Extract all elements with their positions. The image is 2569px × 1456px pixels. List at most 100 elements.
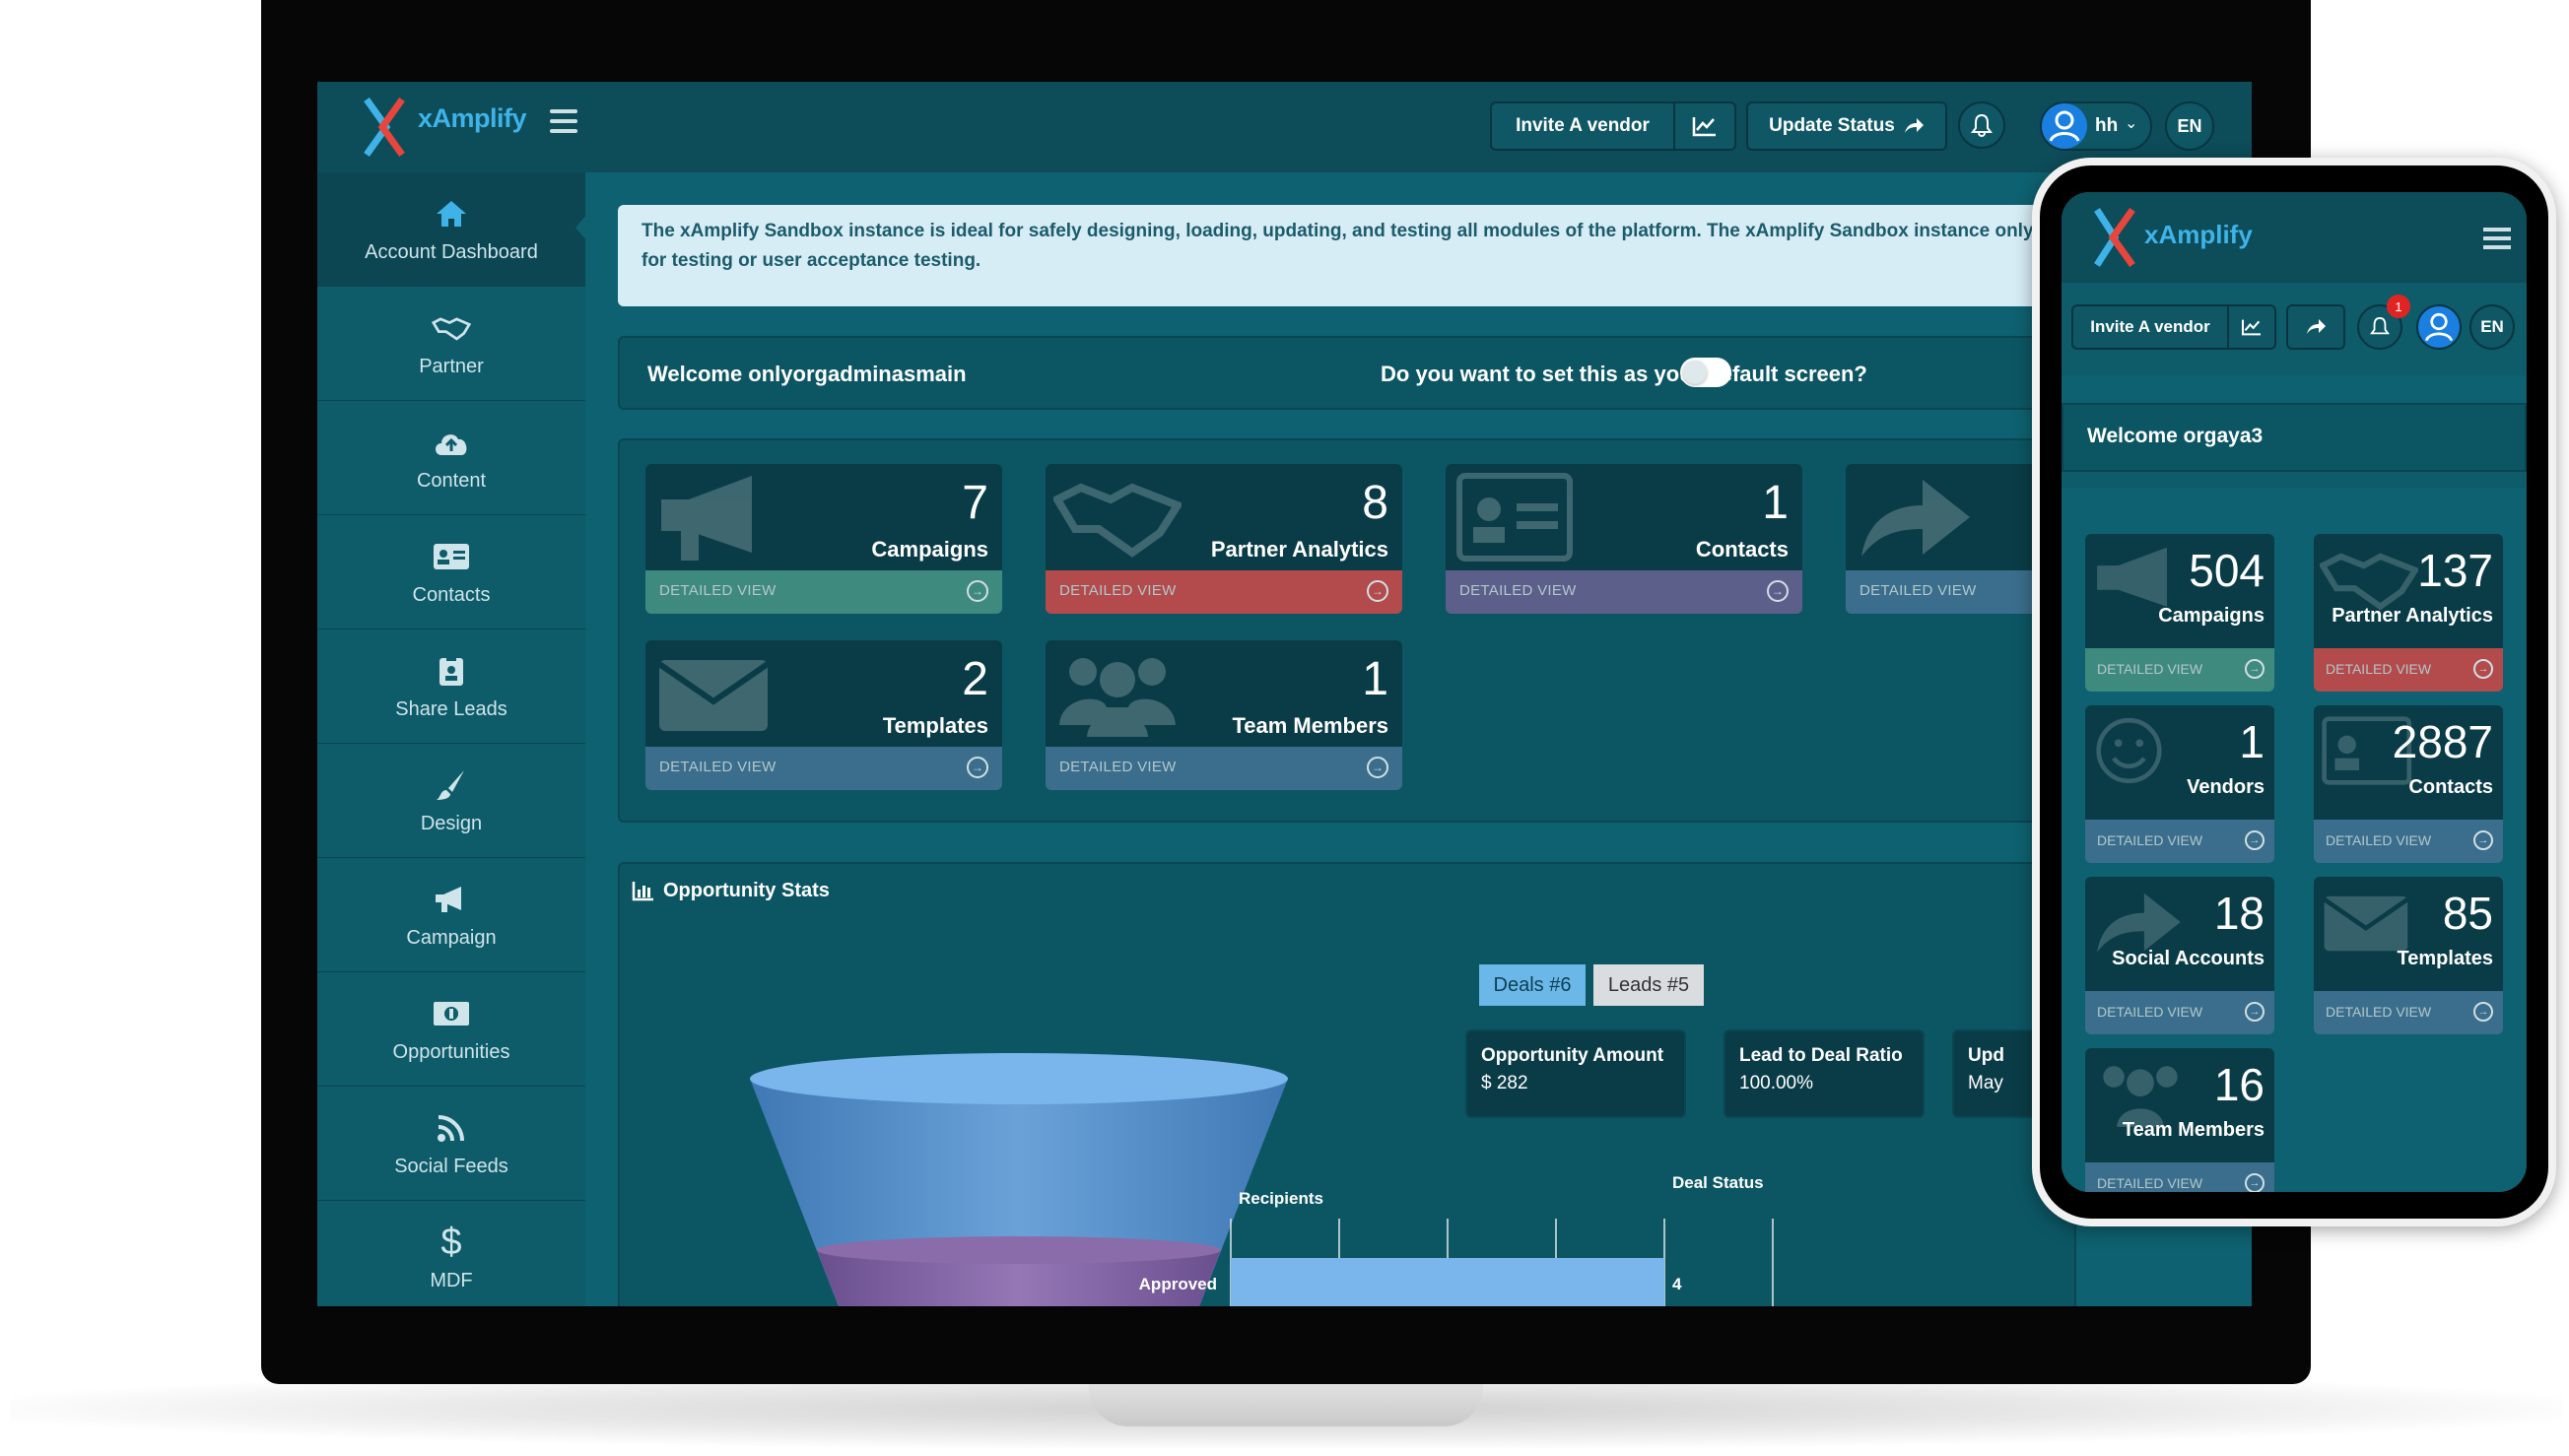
sidebar-item-label: Design [420, 813, 483, 834]
tab-leads[interactable]: Leads #5 [1593, 964, 1704, 1006]
sidebar-item-mdf[interactable]: $ MDF [317, 1201, 585, 1306]
phone-card-contacts[interactable]: 2887 Contacts DETAILED VIEW → [2314, 705, 2503, 863]
invite-vendor-button[interactable]: Invite A vendor [2071, 304, 2229, 350]
money-icon [432, 994, 471, 1033]
sidebar-item-opportunities[interactable]: Opportunities [317, 972, 585, 1087]
update-status-button[interactable] [2286, 304, 2345, 350]
deal-status-chart: Approved 4 [1139, 1219, 1774, 1306]
opportunity-stats-panel: Opportunity Stats Deals #6 Leads #5 Oppo… [618, 862, 2090, 1306]
avatar [2042, 103, 2087, 149]
sidebar-item-design[interactable]: Design [317, 744, 585, 858]
card-footer[interactable]: DETAILED VIEW → [2085, 820, 2274, 863]
detailed-view-link[interactable]: DETAILED VIEW [2326, 1004, 2431, 1020]
arrow-right-circle-icon: → [2245, 1002, 2265, 1022]
card-footer[interactable]: DETAILED VIEW → [1446, 570, 1802, 614]
phone-card-campaigns[interactable]: 504 Campaigns DETAILED VIEW → [2085, 534, 2274, 692]
card-footer[interactable]: DETAILED VIEW → [2085, 991, 2274, 1034]
bar-approved[interactable] [1231, 1258, 1664, 1306]
sidebar-item-label: MDF [430, 1270, 473, 1291]
laptop-base [1089, 1377, 1483, 1426]
card-label: Templates [882, 713, 988, 738]
card-label: Campaigns [871, 537, 988, 562]
welcome-bar: Welcome onlyorgadminasmain Do you want t… [618, 336, 2076, 410]
sidebar-item-content[interactable]: Content [317, 401, 585, 515]
card-count: 1 [1362, 653, 1388, 705]
hamburger-menu-icon[interactable] [550, 109, 577, 133]
line-chart-icon [1692, 117, 1716, 137]
phone-card-partner-analytics[interactable]: 137 Partner Analytics DETAILED VIEW → [2314, 534, 2503, 692]
phone-screen: xAmplify Invite A vendor 1 EN Welcome or… [2062, 192, 2527, 1192]
card-campaigns[interactable]: 7 Campaigns DETAILED VIEW → [645, 464, 1002, 614]
arrow-right-circle-icon: → [2245, 1173, 2265, 1192]
card-footer[interactable]: DETAILED VIEW → [1046, 570, 1402, 614]
card-footer[interactable]: DETAILED VIEW → [2085, 648, 2274, 692]
card-count: 2 [962, 653, 988, 705]
avatar[interactable] [2416, 304, 2462, 350]
card-footer[interactable]: DETAILED VIEW → [645, 570, 1002, 614]
card-count: 1 [1762, 477, 1789, 529]
detailed-view-link[interactable]: DETAILED VIEW [2097, 832, 2202, 848]
detailed-view-link[interactable]: DETAILED VIEW [659, 582, 777, 599]
language-button[interactable]: EN [2469, 304, 2515, 350]
phone-card-vendors[interactable]: 1 Vendors DETAILED VIEW → [2085, 705, 2274, 863]
detailed-view-link[interactable]: DETAILED VIEW [2097, 661, 2202, 677]
detailed-view-link[interactable]: DETAILED VIEW [659, 759, 777, 775]
sidebar-item-share-leads[interactable]: Share Leads [317, 629, 585, 744]
card-count: 18 [2213, 888, 2265, 939]
sidebar-item-social-feeds[interactable]: Social Feeds [317, 1087, 585, 1201]
analytics-button[interactable] [2227, 304, 2276, 350]
card-footer[interactable]: DETAILED VIEW → [645, 747, 1002, 790]
card-count: 7 [962, 477, 988, 529]
default-screen-toggle[interactable] [1680, 358, 1731, 387]
stat-label: Lead to Deal Ratio [1739, 1045, 1903, 1066]
detailed-view-link[interactable]: DETAILED VIEW [1859, 582, 1977, 599]
card-count: 8 [1362, 477, 1388, 529]
invite-vendor-button[interactable]: Invite A vendor [1490, 101, 1675, 151]
card-footer[interactable]: DETAILED VIEW → [2314, 820, 2503, 863]
card-contacts[interactable]: 1 Contacts DETAILED VIEW → [1446, 464, 1802, 614]
detailed-view-link[interactable]: DETAILED VIEW [1059, 582, 1177, 599]
card-footer[interactable]: DETAILED VIEW → [1046, 747, 1402, 790]
update-status-button[interactable]: Update Status [1746, 101, 1947, 151]
analytics-button[interactable] [1673, 101, 1736, 151]
card-footer[interactable]: DETAILED VIEW → [2085, 1162, 2274, 1192]
hamburger-menu-icon[interactable] [2483, 228, 2511, 249]
sidebar-item-campaign[interactable]: Campaign [317, 858, 585, 972]
sidebar-item-contacts[interactable]: Contacts [317, 515, 585, 629]
card-label: Partner Analytics [1210, 537, 1388, 562]
notifications-button[interactable] [1958, 101, 2005, 149]
card-templates[interactable]: 2 Templates DETAILED VIEW → [645, 640, 1002, 790]
detailed-view-link[interactable]: DETAILED VIEW [1459, 582, 1577, 599]
detailed-view-link[interactable]: DETAILED VIEW [2326, 832, 2431, 848]
sidebar-item-account-dashboard[interactable]: Account Dashboard [317, 172, 585, 287]
sidebar-item-partner[interactable]: Partner [317, 287, 585, 401]
sidebar-item-label: Share Leads [395, 698, 507, 720]
stats-panel: 7 Campaigns DETAILED VIEW → 8 Partner Ana… [618, 438, 2202, 823]
phone-card-team-members[interactable]: 16 Team Members DETAILED VIEW → [2085, 1048, 2274, 1192]
detailed-view-link[interactable]: DETAILED VIEW [2326, 661, 2431, 677]
arrow-right-circle-icon: → [967, 757, 988, 778]
arrow-right-circle-icon: → [1367, 757, 1388, 778]
detailed-view-link[interactable]: DETAILED VIEW [1059, 759, 1177, 775]
card-partner-analytics[interactable]: 8 Partner Analytics DETAILED VIEW → [1046, 464, 1402, 614]
language-button[interactable]: EN [2165, 101, 2214, 151]
tab-deals[interactable]: Deals #6 [1479, 964, 1586, 1006]
phone-card-social-accounts[interactable]: 18 Social Accounts DETAILED VIEW → [2085, 877, 2274, 1034]
share-arrow-icon [2307, 319, 2326, 334]
card-footer[interactable]: DETAILED VIEW → [2314, 648, 2503, 692]
detailed-view-link[interactable]: DETAILED VIEW [2097, 1004, 2202, 1020]
bell-icon [1971, 113, 1993, 137]
arrow-right-circle-icon: → [1767, 580, 1789, 602]
card-team-members[interactable]: 1 Team Members DETAILED VIEW → [1046, 640, 1402, 790]
handshake-icon [432, 308, 471, 348]
chevron-down-icon: ⌄ [2125, 115, 2138, 132]
id-card-icon [1456, 473, 1573, 562]
xamplify-logo-icon[interactable] [2091, 206, 2146, 269]
card-label: Campaigns [2158, 605, 2265, 627]
card-label: Social Accounts [2112, 948, 2265, 969]
user-menu[interactable]: hh ⌄ [2040, 101, 2152, 151]
card-count: 2887 [2392, 716, 2493, 767]
card-footer[interactable]: DETAILED VIEW → [2314, 991, 2503, 1034]
phone-card-templates[interactable]: 85 Templates DETAILED VIEW → [2314, 877, 2503, 1034]
detailed-view-link[interactable]: DETAILED VIEW [2097, 1175, 2202, 1191]
